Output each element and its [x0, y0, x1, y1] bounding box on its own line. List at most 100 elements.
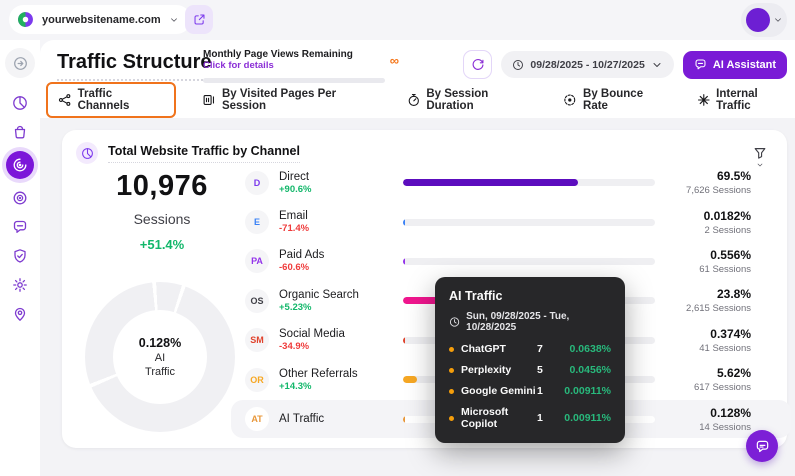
- channel-percent: 5.62%: [655, 366, 751, 380]
- channel-badge: E: [245, 210, 269, 234]
- sidebar-item-goals[interactable]: [5, 186, 35, 210]
- channel-name: Organic Search: [279, 289, 403, 301]
- chevron-down-icon: [773, 15, 783, 25]
- tooltip-source-name: ChatGPT: [461, 343, 537, 355]
- channel-percent: 0.0182%: [655, 209, 751, 223]
- tooltip-source-count: 1: [537, 412, 559, 424]
- channel-change: -71.4%: [279, 223, 403, 234]
- tab-traffic-channels[interactable]: Traffic Channels: [46, 82, 176, 118]
- channel-change: -34.9%: [279, 341, 403, 352]
- tab-label: By Bounce Rate: [583, 88, 669, 112]
- asterisk-icon: [697, 93, 711, 107]
- chevron-down-icon: [169, 15, 179, 25]
- sidebar-nav: [0, 91, 40, 326]
- channel-bar-track: [403, 258, 655, 265]
- channel-percent: 0.556%: [655, 248, 751, 262]
- channel-bar-fill: [403, 376, 417, 383]
- traffic-by-channel-card: Total Website Traffic by Channel 10,976 …: [62, 130, 787, 448]
- channel-bar-fill: [403, 258, 405, 265]
- share-nodes-icon: [58, 93, 72, 107]
- channel-donut-chart[interactable]: 0.128% AI Traffic: [85, 282, 235, 432]
- channel-row-paid-ads[interactable]: PAPaid Ads-60.6%0.556%61 Sessions: [245, 242, 775, 281]
- page-title: Traffic Structure: [57, 51, 211, 81]
- channel-name: Email: [279, 210, 403, 222]
- channel-sessions: 2,615 Sessions: [655, 303, 751, 314]
- total-sessions-block: 10,976 Sessions +51.4%: [82, 170, 242, 252]
- tooltip-date-range: Sun, 09/28/2025 - Tue, 10/28/2025: [466, 311, 611, 333]
- channel-bar-track: [403, 179, 655, 186]
- total-sessions-value: 10,976: [82, 170, 242, 203]
- refresh-button[interactable]: [463, 50, 492, 79]
- donut-center-percent: 0.128%: [139, 336, 181, 350]
- tooltip-source-name: Microsoft Copilot: [461, 406, 537, 430]
- channel-bar-fill: [403, 219, 405, 226]
- ai-traffic-tooltip: AI Traffic Sun, 09/28/2025 - Tue, 10/28/…: [435, 277, 625, 443]
- sidebar-item-orders[interactable]: [5, 120, 35, 144]
- channel-badge: AT: [245, 407, 269, 431]
- channel-sessions: 2 Sessions: [655, 225, 751, 236]
- external-link-icon: [193, 13, 206, 26]
- infinity-value: ∞: [390, 53, 399, 68]
- tooltip-source-percent: 0.0638%: [559, 343, 611, 355]
- sidebar-item-location[interactable]: [5, 302, 35, 326]
- channel-badge: OS: [245, 289, 269, 313]
- refresh-icon: [471, 58, 485, 72]
- tooltip-row-google-gemini: Google Gemini10.00911%: [449, 385, 611, 397]
- pageviews-label: Monthly Page Views Remaining: [203, 49, 399, 60]
- bullet-icon: [449, 416, 454, 421]
- channel-sessions: 14 Sessions: [655, 422, 751, 433]
- total-sessions-label: Sessions: [82, 211, 242, 227]
- bullet-icon: [449, 389, 454, 394]
- funnel-icon: [753, 146, 767, 160]
- tab-label: By Visited Pages Per Session: [222, 88, 379, 112]
- arrow-right-circle-icon: [13, 56, 28, 71]
- pie-chart-icon: [12, 95, 28, 111]
- channel-badge: D: [245, 171, 269, 195]
- date-range-picker[interactable]: 09/28/2025 - 10/27/2025: [501, 51, 673, 78]
- open-site-button[interactable]: [185, 5, 213, 34]
- site-logo-icon: [17, 11, 34, 28]
- account-menu[interactable]: [741, 3, 787, 37]
- ai-assistant-button[interactable]: AI Assistant: [683, 51, 787, 79]
- sidebar-item-security[interactable]: [5, 244, 35, 268]
- tab-bounce-rate[interactable]: By Bounce Rate: [561, 83, 670, 117]
- channel-bar-fill: [403, 416, 405, 423]
- channel-change: +90.6%: [279, 184, 403, 195]
- channel-percent: 23.8%: [655, 287, 751, 301]
- channel-percent: 69.5%: [655, 169, 751, 183]
- total-sessions-change: +51.4%: [82, 237, 242, 252]
- tab-visited-pages[interactable]: By Visited Pages Per Session: [200, 83, 380, 117]
- pin-icon: [12, 306, 28, 322]
- tooltip-source-name: Perplexity: [461, 364, 537, 376]
- pages-icon: [202, 93, 216, 107]
- channel-row-email[interactable]: E Email-71.4% 0.0182% 2 Sessions: [245, 202, 775, 241]
- sidebar-item-analytics[interactable]: [5, 91, 35, 115]
- tooltip-source-percent: 0.0456%: [559, 364, 611, 376]
- tab-session-duration[interactable]: By Session Duration: [405, 83, 538, 117]
- tab-internal-traffic[interactable]: Internal Traffic: [695, 83, 795, 117]
- pageviews-details-link[interactable]: Click for details: [203, 60, 399, 71]
- support-chat-button[interactable]: [746, 430, 778, 462]
- sidebar-toggle-button[interactable]: [5, 48, 35, 78]
- sidebar-item-traffic[interactable]: [6, 151, 34, 179]
- sidebar-item-settings[interactable]: [5, 273, 35, 297]
- channel-change: -60.6%: [279, 262, 403, 273]
- channel-badge: OR: [245, 368, 269, 392]
- channel-chart-icon: [76, 142, 98, 164]
- shield-check-icon: [12, 248, 28, 264]
- sidebar-item-feedback[interactable]: [5, 215, 35, 239]
- bullet-icon: [449, 347, 454, 352]
- channel-row-direct[interactable]: DDirect+90.6%69.5%7,626 Sessions: [245, 163, 775, 202]
- view-tabs: Traffic Channels By Visited Pages Per Ses…: [46, 85, 795, 115]
- channel-bar-fill: [403, 337, 405, 344]
- avatar: [746, 8, 770, 32]
- channel-percent: 0.128%: [655, 406, 751, 420]
- donut-center-label: 0.128% AI Traffic: [113, 310, 207, 404]
- date-range-value: 09/28/2025 - 10/27/2025: [530, 59, 644, 71]
- tab-label: Internal Traffic: [716, 88, 793, 112]
- pageviews-remaining: Monthly Page Views Remaining Click for d…: [203, 49, 399, 83]
- tooltip-row-perplexity: Perplexity50.0456%: [449, 364, 611, 376]
- channel-badge: PA: [245, 249, 269, 273]
- chat-bubble-icon: [755, 439, 770, 454]
- site-selector[interactable]: yourwebsitename.com: [9, 5, 191, 34]
